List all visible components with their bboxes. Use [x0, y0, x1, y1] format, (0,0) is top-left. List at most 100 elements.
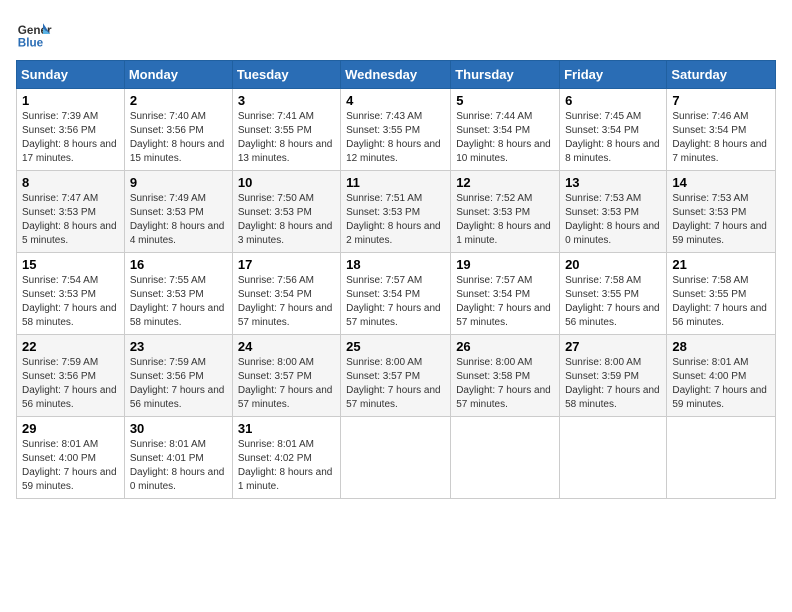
day-detail: Sunrise: 7:44 AMSunset: 3:54 PMDaylight:… — [456, 111, 551, 164]
calendar-day-cell: 1 Sunrise: 7:39 AMSunset: 3:56 PMDayligh… — [17, 89, 125, 171]
day-detail: Sunrise: 7:54 AMSunset: 3:53 PMDaylight:… — [22, 275, 117, 328]
calendar-week-row: 8 Sunrise: 7:47 AMSunset: 3:53 PMDayligh… — [17, 171, 776, 253]
calendar-day-cell: 8 Sunrise: 7:47 AMSunset: 3:53 PMDayligh… — [17, 171, 125, 253]
header-sunday: Sunday — [17, 61, 125, 89]
calendar-day-cell: 21 Sunrise: 7:58 AMSunset: 3:55 PMDaylig… — [667, 253, 776, 335]
header-monday: Monday — [124, 61, 232, 89]
day-number: 29 — [22, 421, 119, 436]
calendar-day-cell: 27 Sunrise: 8:00 AMSunset: 3:59 PMDaylig… — [560, 335, 667, 417]
day-detail: Sunrise: 7:50 AMSunset: 3:53 PMDaylight:… — [238, 193, 333, 246]
day-detail: Sunrise: 7:53 AMSunset: 3:53 PMDaylight:… — [672, 193, 767, 246]
day-number: 5 — [456, 93, 554, 108]
day-detail: Sunrise: 7:49 AMSunset: 3:53 PMDaylight:… — [130, 193, 225, 246]
day-number: 21 — [672, 257, 770, 272]
calendar-day-cell: 31 Sunrise: 8:01 AMSunset: 4:02 PMDaylig… — [232, 417, 340, 499]
day-number: 31 — [238, 421, 335, 436]
calendar-day-cell: 3 Sunrise: 7:41 AMSunset: 3:55 PMDayligh… — [232, 89, 340, 171]
header-saturday: Saturday — [667, 61, 776, 89]
day-detail: Sunrise: 7:45 AMSunset: 3:54 PMDaylight:… — [565, 111, 660, 164]
day-number: 15 — [22, 257, 119, 272]
svg-text:Blue: Blue — [18, 37, 44, 50]
day-number: 12 — [456, 175, 554, 190]
day-number: 16 — [130, 257, 227, 272]
day-detail: Sunrise: 7:58 AMSunset: 3:55 PMDaylight:… — [565, 275, 660, 328]
day-detail: Sunrise: 8:00 AMSunset: 3:59 PMDaylight:… — [565, 357, 660, 410]
day-number: 28 — [672, 339, 770, 354]
day-number: 4 — [346, 93, 445, 108]
day-detail: Sunrise: 7:43 AMSunset: 3:55 PMDaylight:… — [346, 111, 441, 164]
day-number: 8 — [22, 175, 119, 190]
day-detail: Sunrise: 7:58 AMSunset: 3:55 PMDaylight:… — [672, 275, 767, 328]
day-number: 10 — [238, 175, 335, 190]
day-number: 3 — [238, 93, 335, 108]
calendar-day-cell: 19 Sunrise: 7:57 AMSunset: 3:54 PMDaylig… — [451, 253, 560, 335]
calendar-day-cell: 7 Sunrise: 7:46 AMSunset: 3:54 PMDayligh… — [667, 89, 776, 171]
day-number: 7 — [672, 93, 770, 108]
calendar-day-cell: 26 Sunrise: 8:00 AMSunset: 3:58 PMDaylig… — [451, 335, 560, 417]
calendar-day-cell: 10 Sunrise: 7:50 AMSunset: 3:53 PMDaylig… — [232, 171, 340, 253]
day-number: 26 — [456, 339, 554, 354]
day-detail: Sunrise: 7:59 AMSunset: 3:56 PMDaylight:… — [22, 357, 117, 410]
calendar-day-cell — [667, 417, 776, 499]
day-detail: Sunrise: 7:40 AMSunset: 3:56 PMDaylight:… — [130, 111, 225, 164]
day-detail: Sunrise: 8:01 AMSunset: 4:00 PMDaylight:… — [672, 357, 767, 410]
calendar-day-cell: 9 Sunrise: 7:49 AMSunset: 3:53 PMDayligh… — [124, 171, 232, 253]
calendar-week-row: 1 Sunrise: 7:39 AMSunset: 3:56 PMDayligh… — [17, 89, 776, 171]
day-detail: Sunrise: 8:01 AMSunset: 4:01 PMDaylight:… — [130, 439, 225, 492]
day-detail: Sunrise: 7:41 AMSunset: 3:55 PMDaylight:… — [238, 111, 333, 164]
day-detail: Sunrise: 7:52 AMSunset: 3:53 PMDaylight:… — [456, 193, 551, 246]
calendar-week-row: 29 Sunrise: 8:01 AMSunset: 4:00 PMDaylig… — [17, 417, 776, 499]
calendar-day-cell: 22 Sunrise: 7:59 AMSunset: 3:56 PMDaylig… — [17, 335, 125, 417]
day-detail: Sunrise: 7:56 AMSunset: 3:54 PMDaylight:… — [238, 275, 333, 328]
calendar-day-cell: 20 Sunrise: 7:58 AMSunset: 3:55 PMDaylig… — [560, 253, 667, 335]
calendar-day-cell: 15 Sunrise: 7:54 AMSunset: 3:53 PMDaylig… — [17, 253, 125, 335]
day-detail: Sunrise: 8:01 AMSunset: 4:00 PMDaylight:… — [22, 439, 117, 492]
calendar-day-cell: 29 Sunrise: 8:01 AMSunset: 4:00 PMDaylig… — [17, 417, 125, 499]
page-header: General Blue — [16, 16, 776, 52]
day-number: 14 — [672, 175, 770, 190]
calendar-day-cell: 17 Sunrise: 7:56 AMSunset: 3:54 PMDaylig… — [232, 253, 340, 335]
calendar-day-cell: 25 Sunrise: 8:00 AMSunset: 3:57 PMDaylig… — [341, 335, 451, 417]
calendar-week-row: 22 Sunrise: 7:59 AMSunset: 3:56 PMDaylig… — [17, 335, 776, 417]
day-number: 30 — [130, 421, 227, 436]
calendar-day-cell: 16 Sunrise: 7:55 AMSunset: 3:53 PMDaylig… — [124, 253, 232, 335]
calendar-day-cell: 28 Sunrise: 8:01 AMSunset: 4:00 PMDaylig… — [667, 335, 776, 417]
calendar-day-cell: 18 Sunrise: 7:57 AMSunset: 3:54 PMDaylig… — [341, 253, 451, 335]
day-detail: Sunrise: 7:57 AMSunset: 3:54 PMDaylight:… — [346, 275, 441, 328]
header-wednesday: Wednesday — [341, 61, 451, 89]
day-detail: Sunrise: 7:59 AMSunset: 3:56 PMDaylight:… — [130, 357, 225, 410]
calendar-day-cell: 4 Sunrise: 7:43 AMSunset: 3:55 PMDayligh… — [341, 89, 451, 171]
day-number: 13 — [565, 175, 661, 190]
day-number: 17 — [238, 257, 335, 272]
logo: General Blue — [16, 16, 52, 52]
calendar-day-cell — [341, 417, 451, 499]
header-tuesday: Tuesday — [232, 61, 340, 89]
calendar-day-cell: 13 Sunrise: 7:53 AMSunset: 3:53 PMDaylig… — [560, 171, 667, 253]
day-detail: Sunrise: 7:55 AMSunset: 3:53 PMDaylight:… — [130, 275, 225, 328]
logo-icon: General Blue — [16, 16, 52, 52]
day-detail: Sunrise: 7:53 AMSunset: 3:53 PMDaylight:… — [565, 193, 660, 246]
day-number: 2 — [130, 93, 227, 108]
day-number: 23 — [130, 339, 227, 354]
calendar-day-cell: 12 Sunrise: 7:52 AMSunset: 3:53 PMDaylig… — [451, 171, 560, 253]
day-detail: Sunrise: 8:00 AMSunset: 3:57 PMDaylight:… — [238, 357, 333, 410]
calendar-day-cell: 14 Sunrise: 7:53 AMSunset: 3:53 PMDaylig… — [667, 171, 776, 253]
calendar-day-cell: 30 Sunrise: 8:01 AMSunset: 4:01 PMDaylig… — [124, 417, 232, 499]
calendar-day-cell: 24 Sunrise: 8:00 AMSunset: 3:57 PMDaylig… — [232, 335, 340, 417]
day-number: 9 — [130, 175, 227, 190]
calendar-day-cell: 2 Sunrise: 7:40 AMSunset: 3:56 PMDayligh… — [124, 89, 232, 171]
calendar-day-cell: 11 Sunrise: 7:51 AMSunset: 3:53 PMDaylig… — [341, 171, 451, 253]
calendar-week-row: 15 Sunrise: 7:54 AMSunset: 3:53 PMDaylig… — [17, 253, 776, 335]
calendar-day-cell: 6 Sunrise: 7:45 AMSunset: 3:54 PMDayligh… — [560, 89, 667, 171]
header-friday: Friday — [560, 61, 667, 89]
calendar-day-cell — [451, 417, 560, 499]
day-detail: Sunrise: 7:57 AMSunset: 3:54 PMDaylight:… — [456, 275, 551, 328]
day-detail: Sunrise: 8:00 AMSunset: 3:57 PMDaylight:… — [346, 357, 441, 410]
calendar-day-cell — [560, 417, 667, 499]
day-detail: Sunrise: 7:46 AMSunset: 3:54 PMDaylight:… — [672, 111, 767, 164]
calendar-day-cell: 23 Sunrise: 7:59 AMSunset: 3:56 PMDaylig… — [124, 335, 232, 417]
header-thursday: Thursday — [451, 61, 560, 89]
day-number: 19 — [456, 257, 554, 272]
calendar-header-row: SundayMondayTuesdayWednesdayThursdayFrid… — [17, 61, 776, 89]
day-detail: Sunrise: 8:01 AMSunset: 4:02 PMDaylight:… — [238, 439, 333, 492]
